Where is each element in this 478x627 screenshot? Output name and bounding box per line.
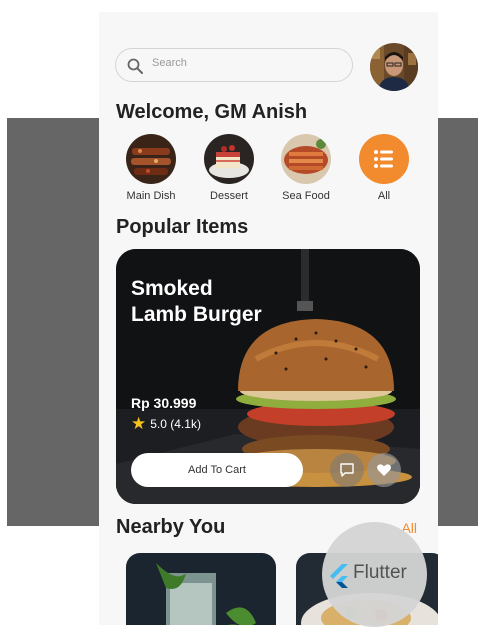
rating-text: 5.0 (4.1k) [150, 417, 201, 431]
popular-items-heading: Popular Items [116, 216, 249, 238]
category-sea-food[interactable]: Sea Food [276, 134, 336, 202]
drink-photo [126, 553, 276, 625]
popular-item-card[interactable]: Smoked Lamb Burger Rp 30.999 ★ 5.0 (4.1k… [116, 249, 420, 504]
item-name: Smoked Lamb Burger [131, 277, 262, 326]
search-bar[interactable] [115, 48, 353, 82]
category-all[interactable]: All [354, 134, 414, 202]
flutter-badge: Flutter [322, 522, 427, 627]
heart-icon [377, 464, 391, 476]
category-dessert[interactable]: Dessert [199, 134, 259, 202]
sea-food-photo [281, 134, 331, 184]
welcome-heading: Welcome, GM Anish [116, 101, 308, 123]
main-dish-photo [126, 134, 176, 184]
category-main-dish[interactable]: Main Dish [121, 134, 181, 202]
list-icon [359, 134, 409, 184]
avatar[interactable] [370, 43, 418, 91]
nearby-card[interactable] [126, 553, 276, 625]
star-icon: ★ [131, 414, 147, 433]
category-label: Main Dish [126, 190, 176, 202]
flutter-logo-icon [330, 564, 348, 588]
dessert-photo [204, 134, 254, 184]
comment-button[interactable] [330, 453, 364, 487]
category-label: Dessert [210, 190, 248, 202]
category-label: Sea Food [282, 190, 330, 202]
favorite-button[interactable] [367, 453, 401, 487]
search-icon [127, 58, 143, 74]
category-label: All [377, 190, 391, 202]
nearby-heading: Nearby You [116, 516, 226, 538]
add-to-cart-button[interactable]: Add To Cart [131, 453, 303, 487]
item-price: Rp 30.999 [131, 395, 197, 411]
item-rating: ★ 5.0 (4.1k) [131, 414, 201, 433]
chat-icon [340, 463, 354, 477]
search-input[interactable] [152, 57, 342, 69]
flutter-label: Flutter [353, 562, 407, 583]
